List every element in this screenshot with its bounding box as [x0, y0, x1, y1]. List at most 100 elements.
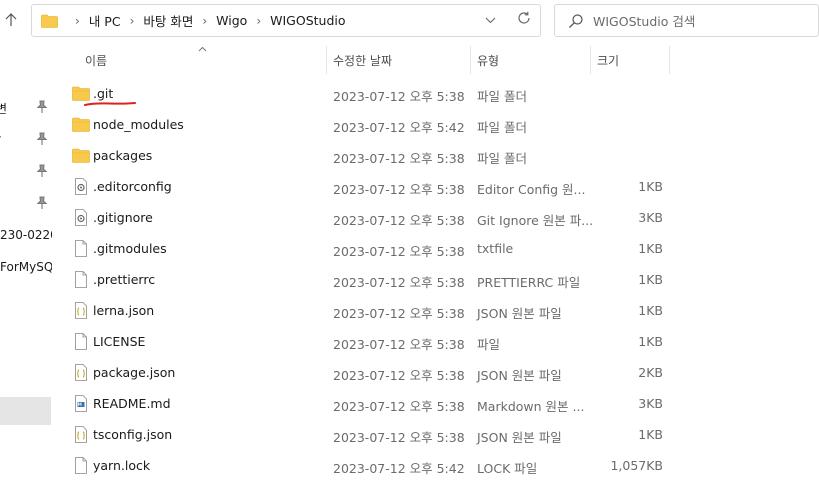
nav-item-label: 230-0220 [0, 228, 52, 242]
nav-item-label: 변 [0, 102, 8, 116]
file-date-modified: 2023-07-12 오후 5:38 [333, 89, 465, 104]
file-type: JSON 원본 파일 [477, 368, 562, 383]
nav-item-folder-1[interactable]: 230-0220 [0, 224, 52, 248]
file-row[interactable]: .git 2023-07-12 오후 5:38 파일 폴더 [55, 78, 819, 109]
file-name: .gitignore [93, 210, 153, 225]
file-row[interactable]: tsconfig.json 2023-07-12 오후 5:38 JSON 원본 파… [55, 419, 819, 450]
file-name: packages [93, 148, 153, 163]
chevron-right-icon: › [202, 13, 208, 28]
up-arrow-button[interactable] [1, 9, 21, 31]
pin-icon [36, 196, 48, 209]
nav-item-quick-access-2[interactable]: · [0, 128, 52, 152]
file-type: PRETTIERRC 파일 [477, 275, 581, 290]
file-row[interactable]: .prettierrc 2023-07-12 오후 5:38 PRETTIERRC … [55, 264, 819, 295]
file-size: 1KB [638, 241, 663, 256]
file-row[interactable]: .gitignore 2023-07-12 오후 5:38 Git Ignore 원… [55, 202, 819, 233]
file-size: 1KB [638, 179, 663, 194]
file-date-modified: 2023-07-12 오후 5:42 [333, 461, 465, 476]
file-date-modified: 2023-07-12 오후 5:38 [333, 182, 465, 197]
file-type: JSON 원본 파일 [477, 430, 562, 445]
file-date-modified: 2023-07-12 오후 5:38 [333, 368, 465, 383]
nav-item-folder-2[interactable]: ForMySQ [0, 256, 52, 280]
file-size: 3KB [638, 210, 663, 225]
blank-file-icon [72, 271, 90, 288]
file-row[interactable]: .editorconfig 2023-07-12 오후 5:38 Editor Co… [55, 171, 819, 202]
nav-item-fragment: · [0, 130, 2, 144]
file-date-modified: 2023-07-12 오후 5:38 [333, 399, 465, 414]
pin-icon [36, 100, 48, 113]
file-name: .prettierrc [93, 272, 156, 287]
file-row[interactable]: node_modules 2023-07-12 오후 5:42 파일 폴더 [55, 109, 819, 140]
chevron-right-icon: › [75, 13, 80, 28]
file-name: .gitmodules [93, 241, 167, 256]
search-box[interactable]: WIGOStudio 검색 [554, 4, 819, 37]
nav-item-quick-access-1[interactable]: 변 [0, 96, 52, 120]
file-name: package.json [93, 365, 176, 380]
file-date-modified: 2023-07-12 오후 5:42 [333, 120, 465, 135]
file-row[interactable]: lerna.json 2023-07-12 오후 5:38 JSON 원본 파일 1K… [55, 295, 819, 326]
file-date-modified: 2023-07-12 오후 5:38 [333, 306, 465, 321]
column-headers: 이름 수정한 날짜 유형 크기 [55, 44, 819, 76]
config-file-icon [72, 209, 90, 226]
file-name: README.md [93, 396, 171, 411]
file-type: txtfile [477, 241, 514, 256]
json-file-icon [72, 302, 90, 319]
file-row[interactable]: LICENSE 2023-07-12 오후 5:38 파일 1KB [55, 326, 819, 357]
chevron-down-icon[interactable] [485, 14, 496, 27]
chevron-right-icon: › [256, 13, 262, 28]
file-row[interactable]: .gitmodules 2023-07-12 오후 5:38 txtfile 1KB [55, 233, 819, 264]
folder-icon [72, 147, 90, 164]
up-arrow-icon [5, 13, 17, 26]
file-size: 1,057KB [610, 458, 663, 473]
file-date-modified: 2023-07-12 오후 5:38 [333, 244, 465, 259]
address-bar[interactable]: › 내 PC › 바탕 화면 › Wigo › WIGOStudio [31, 4, 541, 37]
pin-icon [36, 132, 48, 145]
file-size: 1KB [638, 272, 663, 287]
column-divider[interactable] [326, 46, 327, 74]
file-row[interactable]: packages 2023-07-12 오후 5:38 파일 폴더 [55, 140, 819, 171]
column-header-type[interactable]: 유형 [477, 44, 499, 76]
breadcrumb-item-wigo[interactable]: Wigo [216, 13, 247, 28]
nav-item-quick-access-3[interactable] [0, 160, 52, 184]
file-type: 파일 [477, 337, 501, 352]
file-date-modified: 2023-07-12 오후 5:38 [333, 275, 465, 290]
folder-icon [72, 116, 90, 133]
column-divider[interactable] [470, 46, 471, 74]
file-name: LICENSE [93, 334, 146, 349]
file-size: 1KB [638, 303, 663, 318]
file-type: Editor Config 원... [477, 182, 586, 197]
file-type: Git Ignore 원본 파... [477, 213, 594, 228]
column-divider[interactable] [669, 46, 670, 74]
refresh-button[interactable] [517, 11, 531, 29]
file-name: node_modules [93, 117, 184, 132]
breadcrumb-item-wigostudio[interactable]: WIGOStudio [270, 13, 345, 28]
nav-item-quick-access-4[interactable] [0, 192, 52, 216]
file-name: tsconfig.json [93, 427, 173, 442]
search-placeholder: WIGOStudio 검색 [593, 14, 696, 29]
nav-item-label: ForMySQ [0, 260, 52, 274]
top-bar: › 내 PC › 바탕 화면 › Wigo › WIGOStudio WIGOS… [0, 0, 819, 44]
file-name: yarn.lock [93, 458, 151, 473]
search-icon [569, 13, 583, 28]
file-row[interactable]: README.md 2023-07-12 오후 5:38 Markdown 원본 .… [55, 388, 819, 419]
breadcrumb-item-mypc[interactable]: 내 PC [89, 11, 121, 30]
column-header-size[interactable]: 크기 [597, 44, 619, 76]
column-header-date[interactable]: 수정한 날짜 [333, 44, 392, 76]
nav-selected-item[interactable] [0, 397, 51, 425]
refresh-icon [518, 11, 530, 24]
file-type: JSON 원본 파일 [477, 306, 562, 321]
file-row[interactable]: yarn.lock 2023-07-12 오후 5:42 LOCK 파일 1,057K… [55, 450, 819, 481]
file-row[interactable]: package.json 2023-07-12 오후 5:38 JSON 원본 파일… [55, 357, 819, 388]
column-header-name[interactable]: 이름 [85, 44, 107, 76]
markdown-file-icon [72, 395, 90, 412]
file-date-modified: 2023-07-12 오후 5:38 [333, 430, 465, 445]
pin-icon [36, 164, 48, 177]
breadcrumb-item-desktop[interactable]: 바탕 화면 [143, 11, 193, 30]
file-date-modified: 2023-07-12 오후 5:38 [333, 151, 465, 166]
column-divider[interactable] [590, 46, 591, 74]
file-type: 파일 폴더 [477, 120, 527, 135]
red-underline-annotation [84, 102, 136, 106]
file-size: 1KB [638, 334, 663, 349]
file-size: 3KB [638, 396, 663, 411]
chevron-right-icon: › [129, 13, 135, 28]
